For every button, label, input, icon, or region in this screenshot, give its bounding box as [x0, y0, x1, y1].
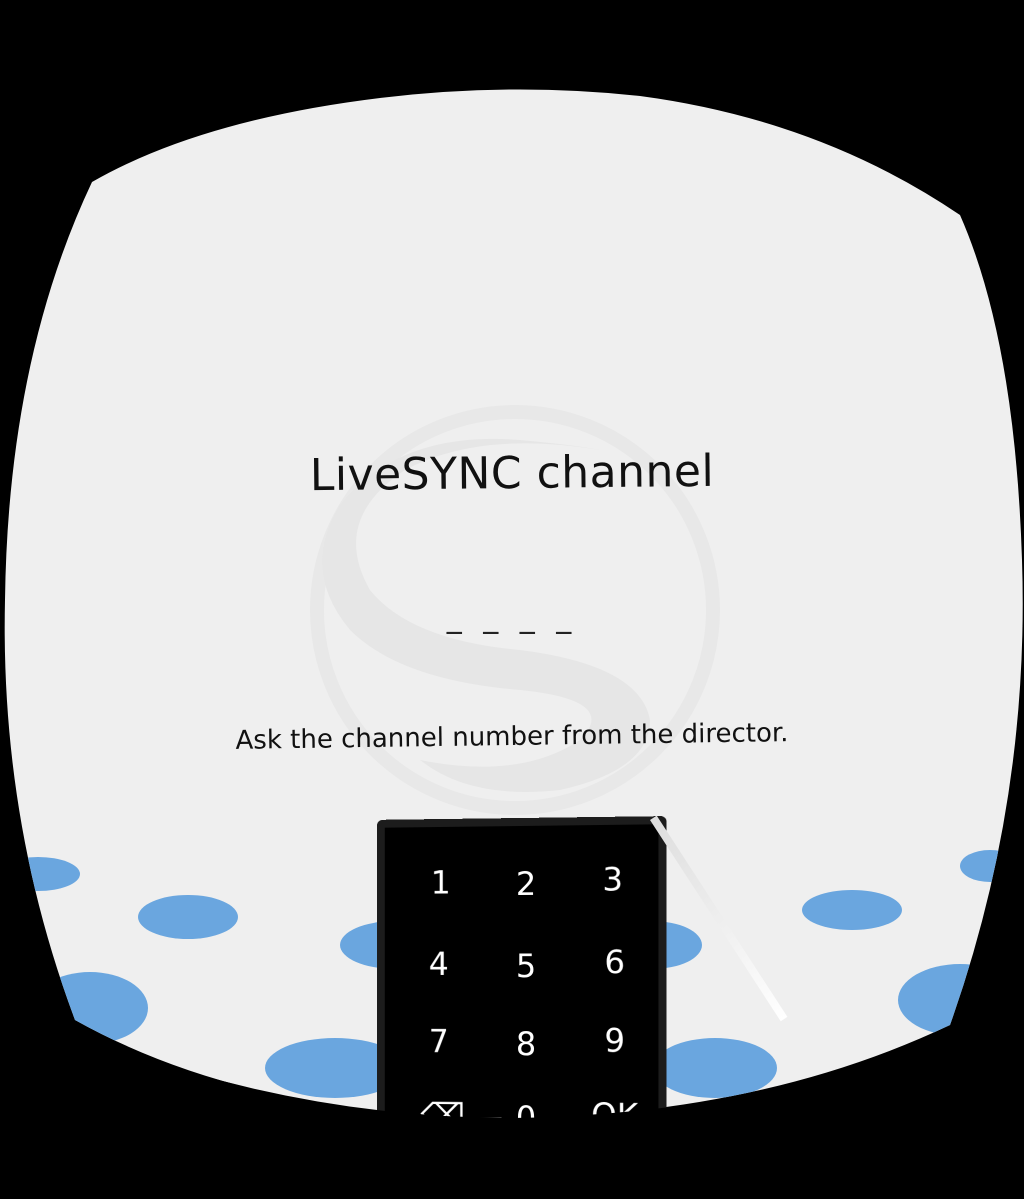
channel-code-display: _ _ _ _	[446, 600, 578, 635]
backspace-key[interactable]: ⌫	[408, 1087, 477, 1120]
key-6[interactable]: 6	[579, 934, 650, 991]
key-2[interactable]: 2	[491, 856, 561, 913]
page-title: LiveSYNC channel	[309, 445, 715, 502]
channel-keypad: 1 2 3 4 5 6 7 8 9 ⌫ 0 OK	[377, 816, 667, 1120]
ok-key[interactable]: OK	[579, 1087, 650, 1120]
key-0[interactable]: 0	[491, 1090, 561, 1120]
key-4[interactable]: 4	[404, 936, 473, 992]
key-1[interactable]: 1	[406, 854, 475, 910]
key-8[interactable]: 8	[491, 1016, 561, 1072]
key-9[interactable]: 9	[579, 1012, 650, 1069]
key-7[interactable]: 7	[404, 1014, 473, 1070]
key-5[interactable]: 5	[491, 938, 561, 994]
key-3[interactable]: 3	[577, 851, 648, 908]
